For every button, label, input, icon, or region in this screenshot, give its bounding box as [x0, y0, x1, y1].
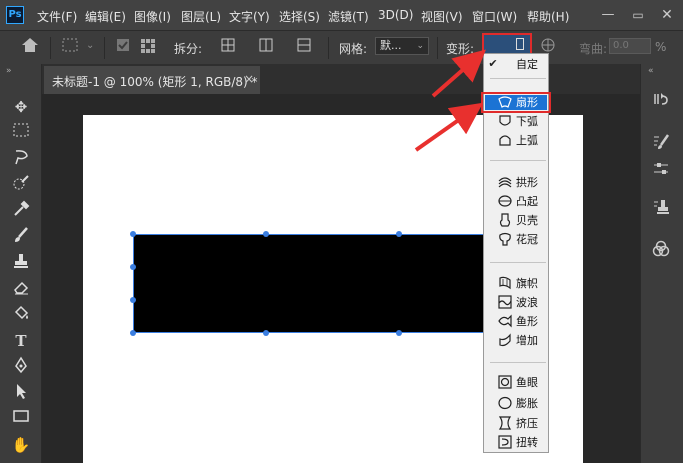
bend-label: 弯曲:	[579, 42, 608, 56]
transform-handle[interactable]	[263, 231, 269, 237]
split-cross-icon[interactable]	[218, 37, 238, 57]
menu-select[interactable]: 选择(S)	[279, 8, 320, 25]
transform-handle[interactable]	[396, 231, 402, 237]
close-window-button[interactable]: ✕	[657, 5, 677, 25]
collapse-icon[interactable]: »	[6, 66, 12, 76]
menu-layer[interactable]: 图层(L)	[181, 8, 221, 25]
panel-expand-icon[interactable]: «	[648, 66, 654, 76]
chevron-down-icon[interactable]: ⌄	[86, 40, 94, 51]
wave-icon	[498, 295, 512, 309]
history-icon[interactable]	[650, 90, 672, 112]
split-label: 拆分:	[174, 42, 203, 56]
transform-handle[interactable]	[130, 297, 136, 303]
warp-option-inflate[interactable]: 膨胀	[486, 394, 546, 413]
warp-option-fish[interactable]: 鱼形	[486, 312, 546, 331]
menu-file[interactable]: 文件(F)	[37, 8, 77, 25]
warp-option-wave[interactable]: 波浪	[486, 293, 546, 312]
warp-option-shell[interactable]: 贝壳	[486, 211, 546, 230]
right-panel-dock	[640, 64, 683, 463]
adjustments-icon[interactable]	[650, 160, 672, 182]
marquee-tool-icon[interactable]	[10, 122, 32, 144]
warp-option-fisheye[interactable]: 鱼眼	[486, 373, 546, 392]
pen-tool-icon[interactable]	[10, 356, 32, 378]
inflate-icon	[498, 396, 512, 410]
stamp-tool-icon[interactable]	[10, 252, 32, 274]
mesh-select[interactable]: 默... ⌄	[375, 37, 429, 55]
warp-option-bulge[interactable]: 凸起	[486, 192, 546, 211]
shell-icon	[498, 213, 512, 227]
mesh-value: 默...	[380, 39, 402, 52]
path-select-tool-icon[interactable]	[10, 382, 32, 404]
grid-points-icon[interactable]	[138, 37, 158, 57]
transform-handle[interactable]	[130, 264, 136, 270]
maximize-button[interactable]: ▭	[628, 5, 648, 25]
warp-option-arc-lower[interactable]: 下弧	[486, 112, 546, 131]
bend-input[interactable]: 0.0	[609, 38, 651, 54]
lasso-tool-icon[interactable]	[10, 148, 32, 170]
close-tab-icon[interactable]: ×	[244, 72, 254, 86]
menu-type[interactable]: 文字(Y)	[229, 8, 270, 25]
warp-option-custom[interactable]: ✔ 自定	[486, 55, 546, 74]
percent-label: %	[655, 40, 667, 54]
warp-option-arch[interactable]: 拱形	[486, 173, 546, 192]
menu-filter[interactable]: 滤镜(T)	[328, 8, 369, 25]
photoshop-logo: Ps	[6, 6, 24, 24]
warp-option-flower[interactable]: 花冠	[486, 230, 546, 249]
channels-icon[interactable]	[650, 240, 672, 262]
menu-3d[interactable]: 3D(D)	[378, 8, 413, 22]
flag-icon	[498, 276, 512, 290]
transform-handle[interactable]	[130, 231, 136, 237]
fish-icon	[498, 314, 512, 328]
squeeze-icon	[498, 416, 512, 430]
flower-icon	[498, 232, 512, 246]
rectangle-shape[interactable]	[133, 234, 533, 333]
arc-lower-icon	[498, 114, 512, 128]
warp-label: 变形:	[446, 42, 475, 56]
rectangle-tool-icon[interactable]	[10, 408, 32, 430]
clone-source-icon[interactable]	[650, 198, 672, 220]
arc-upper-icon	[498, 133, 512, 147]
menu-help[interactable]: 帮助(H)	[527, 8, 569, 25]
warp-option-arc-upper[interactable]: 上弧	[486, 131, 546, 150]
split-vertical-icon[interactable]	[256, 37, 276, 57]
document-tab-label: 未标题-1 @ 100% (矩形 1, RGB/8) *	[52, 75, 258, 89]
warp-option-twist[interactable]: 扭转	[486, 433, 546, 452]
move-tool-icon[interactable]: ✥	[10, 96, 32, 118]
arch-icon	[498, 175, 512, 189]
type-tool-icon[interactable]: T	[10, 330, 32, 352]
eyedropper-tool-icon[interactable]	[10, 200, 32, 222]
quick-select-tool-icon[interactable]	[10, 174, 32, 196]
eraser-tool-icon[interactable]	[10, 278, 32, 300]
transform-handle[interactable]	[263, 330, 269, 336]
home-icon[interactable]	[20, 37, 40, 57]
warp-custom-icon	[516, 38, 524, 50]
fisheye-icon	[498, 375, 512, 389]
warp-option-flag[interactable]: 旗帜	[486, 274, 546, 293]
menu-view[interactable]: 视图(V)	[421, 8, 463, 25]
checkmark-icon: ✔	[488, 57, 498, 70]
menu-image[interactable]: 图像(I)	[134, 8, 171, 25]
warp-option-arc[interactable]: 扇形	[486, 93, 546, 112]
rise-icon	[498, 333, 512, 347]
transform-tool-icon[interactable]	[60, 37, 80, 57]
split-horizontal-icon[interactable]	[294, 37, 314, 57]
minimize-button[interactable]: —	[598, 5, 618, 25]
hand-tool-icon[interactable]: ✋	[10, 434, 32, 456]
paint-bucket-tool-icon[interactable]	[10, 304, 32, 326]
transform-handle[interactable]	[396, 330, 402, 336]
bulge-icon	[498, 194, 512, 208]
warp-style-select[interactable]	[482, 33, 532, 55]
chevron-down-icon: ⌄	[416, 41, 424, 51]
warp-option-rise[interactable]: 增加	[486, 331, 546, 350]
transform-handle[interactable]	[130, 330, 136, 336]
mesh-label: 网格:	[339, 42, 368, 56]
menu-window[interactable]: 窗口(W)	[472, 8, 517, 25]
twist-icon	[498, 435, 512, 449]
menu-edit[interactable]: 编辑(E)	[85, 8, 126, 25]
brush-settings-icon[interactable]	[650, 133, 672, 155]
checkbox-icon[interactable]	[113, 37, 133, 57]
arc-icon	[498, 95, 512, 109]
warp-option-squeeze[interactable]: 挤压	[486, 414, 546, 433]
brush-tool-icon[interactable]	[10, 226, 32, 248]
